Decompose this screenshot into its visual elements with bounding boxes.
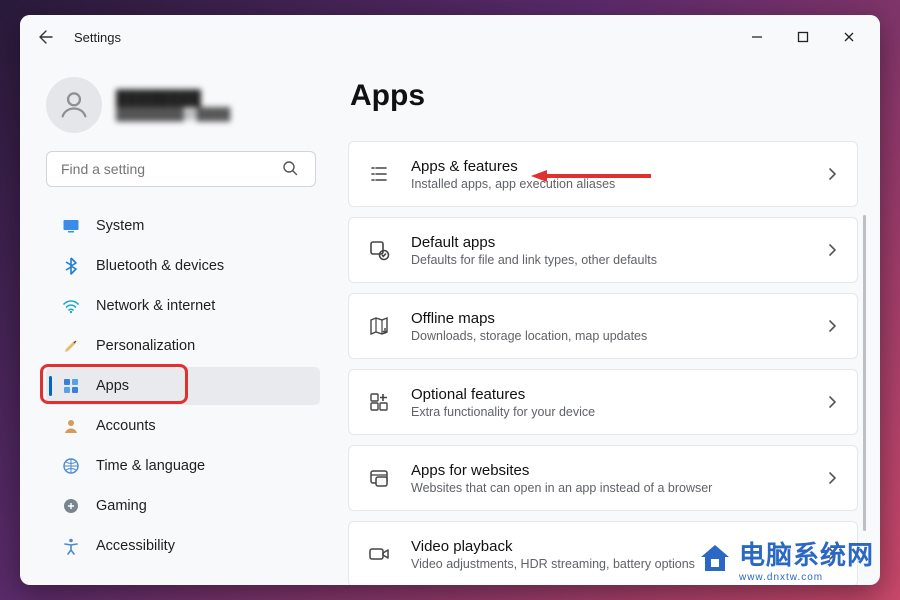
sidebar: ████████ ████████@████ System (20, 59, 330, 585)
apps-icon (62, 377, 80, 395)
sidebar-item-label: Personalization (96, 338, 195, 354)
page-title: Apps (350, 79, 858, 113)
sidebar-item-label: Network & internet (96, 298, 215, 314)
nav-list: System Bluetooth & devices Network & int… (46, 207, 320, 565)
sidebar-item-personalization[interactable]: Personalization (46, 327, 320, 365)
chevron-right-icon (825, 395, 839, 409)
window-controls (734, 21, 872, 53)
maximize-icon (797, 31, 809, 43)
sidebar-item-label: Accounts (96, 418, 156, 434)
back-button[interactable] (32, 23, 60, 51)
sidebar-item-bluetooth[interactable]: Bluetooth & devices (46, 247, 320, 285)
settings-window: Settings ███ (20, 15, 880, 585)
chevron-right-icon (825, 243, 839, 257)
wifi-icon (62, 297, 80, 315)
card-desc: Extra functionality for your device (411, 405, 825, 419)
bluetooth-icon (62, 257, 80, 275)
sidebar-item-label: Gaming (96, 498, 147, 514)
sidebar-item-system[interactable]: System (46, 207, 320, 245)
avatar (46, 77, 102, 133)
minimize-button[interactable] (734, 21, 780, 53)
apps-websites-icon (367, 466, 391, 490)
main-panel: Apps Apps & features Installed apps, app… (330, 59, 880, 585)
account-name: ████████ (116, 90, 230, 107)
chevron-right-icon (825, 167, 839, 181)
gaming-icon (62, 497, 80, 515)
accounts-icon (62, 417, 80, 435)
sidebar-item-gaming[interactable]: Gaming (46, 487, 320, 525)
card-title: Offline maps (411, 310, 825, 327)
paintbrush-icon (62, 337, 80, 355)
card-title: Optional features (411, 386, 825, 403)
monitor-icon (62, 217, 80, 235)
chevron-right-icon (825, 319, 839, 333)
card-optional-features[interactable]: Optional features Extra functionality fo… (348, 369, 858, 435)
card-desc: Websites that can open in an app instead… (411, 481, 825, 495)
card-title: Apps for websites (411, 462, 825, 479)
minimize-icon (751, 31, 763, 43)
card-desc: Downloads, storage location, map updates (411, 329, 825, 343)
sidebar-item-label: System (96, 218, 144, 234)
card-default-apps[interactable]: Default apps Defaults for file and link … (348, 217, 858, 283)
card-apps-features[interactable]: Apps & features Installed apps, app exec… (348, 141, 858, 207)
sidebar-item-time[interactable]: Time & language (46, 447, 320, 485)
back-arrow-icon (38, 29, 54, 45)
search-icon (282, 160, 298, 176)
watermark-text: 电脑系统网 (739, 535, 874, 572)
sidebar-item-accounts[interactable]: Accounts (46, 407, 320, 445)
default-apps-icon (367, 238, 391, 262)
card-desc: Defaults for file and link types, other … (411, 253, 825, 267)
search-wrap (46, 151, 320, 187)
annotation-arrow (531, 168, 651, 184)
watermark: 电脑系统网 www.dnxtw.com (697, 535, 874, 583)
chevron-right-icon (825, 471, 839, 485)
video-icon (367, 542, 391, 566)
accessibility-icon (62, 537, 80, 555)
close-icon (843, 31, 855, 43)
person-icon (57, 88, 91, 122)
list-icon (367, 162, 391, 186)
account-text: ████████ ████████@████ (116, 90, 230, 121)
sidebar-item-label: Bluetooth & devices (96, 258, 224, 274)
sidebar-item-accessibility[interactable]: Accessibility (46, 527, 320, 565)
card-title: Default apps (411, 234, 825, 251)
card-offline-maps[interactable]: Offline maps Downloads, storage location… (348, 293, 858, 359)
house-icon (697, 541, 733, 577)
sidebar-item-label: Accessibility (96, 538, 175, 554)
settings-card-list: Apps & features Installed apps, app exec… (348, 141, 858, 585)
close-button[interactable] (826, 21, 872, 53)
globe-clock-icon (62, 457, 80, 475)
sidebar-item-network[interactable]: Network & internet (46, 287, 320, 325)
maximize-button[interactable] (780, 21, 826, 53)
sidebar-item-apps[interactable]: Apps (46, 367, 320, 405)
window-title: Settings (74, 30, 121, 45)
sidebar-item-label: Apps (96, 378, 129, 394)
title-bar: Settings (20, 15, 880, 59)
account-email: ████████@████ (116, 107, 230, 121)
account-block[interactable]: ████████ ████████@████ (46, 77, 320, 133)
map-icon (367, 314, 391, 338)
sidebar-item-label: Time & language (96, 458, 205, 474)
card-apps-websites[interactable]: Apps for websites Websites that can open… (348, 445, 858, 511)
search-input[interactable] (46, 151, 316, 187)
optional-features-icon (367, 390, 391, 414)
watermark-url: www.dnxtw.com (739, 572, 874, 583)
